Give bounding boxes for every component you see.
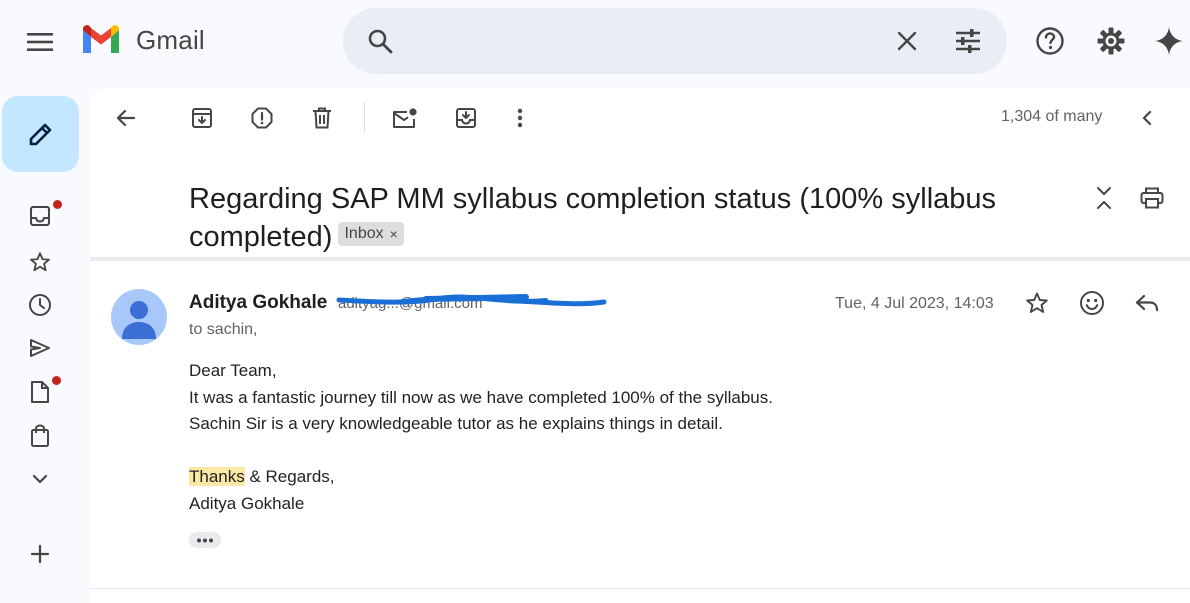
- print-icon: [1140, 187, 1164, 209]
- sidebar-item-starred[interactable]: [20, 242, 60, 282]
- pencil-icon: [29, 123, 52, 146]
- sidebar-item-drafts[interactable]: [20, 372, 61, 412]
- signoff-rest: & Regards,: [244, 467, 335, 486]
- add-reaction-button[interactable]: [1072, 283, 1112, 323]
- more-horiz-icon: [197, 538, 213, 542]
- label-chip-text: Inbox: [344, 225, 384, 243]
- back-button[interactable]: [106, 98, 146, 138]
- clear-search-button[interactable]: [886, 20, 928, 62]
- emoji-icon: [1080, 291, 1104, 315]
- message-date: Tue, 4 Jul 2023, 14:03: [835, 295, 994, 312]
- arrow-left-icon: [116, 109, 136, 127]
- message-counter: 1,304 of many: [1001, 108, 1103, 125]
- sender-avatar[interactable]: [111, 289, 167, 345]
- settings-button[interactable]: [1089, 19, 1133, 63]
- chevron-down-icon: [32, 474, 48, 484]
- search-bar[interactable]: [343, 8, 1007, 74]
- toolbar-divider: [364, 102, 365, 132]
- message-view: [90, 88, 1190, 603]
- header-separator: [90, 257, 1190, 261]
- show-trimmed-content-button[interactable]: [189, 532, 221, 548]
- label-chip-inbox[interactable]: Inbox ×: [338, 222, 404, 247]
- mark-unread-button[interactable]: [385, 98, 425, 138]
- star-message-button[interactable]: [1017, 283, 1057, 323]
- search-icon: [368, 29, 393, 54]
- main-menu-button[interactable]: [18, 20, 62, 64]
- star-icon: [1026, 292, 1048, 313]
- gmail-logo[interactable]: Gmail: [80, 24, 205, 56]
- redaction-scribble: [336, 294, 607, 307]
- sender-name[interactable]: Aditya Gokhale: [189, 292, 327, 314]
- collapse-all-button[interactable]: [1084, 178, 1124, 218]
- message-body: Dear Team, It was a fantastic journey ti…: [189, 358, 773, 517]
- app-name: Gmail: [136, 24, 205, 55]
- gear-icon: [1097, 27, 1125, 55]
- move-to-inbox-icon: [456, 108, 476, 128]
- body-line: Sachin Sir is a very knowledgeable tutor…: [189, 414, 723, 433]
- inbox-badge: [53, 200, 62, 209]
- newer-button[interactable]: [1127, 98, 1167, 138]
- subject-text: Regarding SAP MM syllabus completion sta…: [189, 183, 997, 253]
- print-button[interactable]: [1132, 178, 1172, 218]
- person-icon: [122, 301, 156, 339]
- more-vert-icon: [517, 108, 523, 128]
- body-signature: Aditya Gokhale: [189, 493, 305, 513]
- trash-icon: [313, 107, 331, 129]
- unfold-less-icon: [1097, 187, 1111, 209]
- sparkle-icon: [1155, 27, 1183, 55]
- body-blank-line: [189, 438, 773, 465]
- reply-icon: [1135, 294, 1159, 312]
- create-label-button[interactable]: [20, 534, 60, 574]
- alert-icon: [251, 107, 273, 129]
- mark-unread-icon: [393, 108, 417, 128]
- clock-icon: [29, 294, 51, 316]
- search-button[interactable]: [359, 20, 401, 62]
- move-to-button[interactable]: [446, 98, 486, 138]
- sidebar-item-sent[interactable]: [20, 328, 60, 368]
- message-bottom-divider: [90, 588, 1190, 589]
- email-subject: Regarding SAP MM syllabus completion sta…: [189, 180, 1069, 256]
- archive-icon: [192, 108, 212, 128]
- chevron-left-icon: [1142, 110, 1152, 126]
- star-icon: [30, 252, 50, 272]
- search-options-button[interactable]: [946, 20, 990, 62]
- sidebar-item-inbox[interactable]: [20, 196, 62, 236]
- archive-button[interactable]: [182, 98, 222, 138]
- draft-icon: [31, 381, 49, 403]
- plus-icon: [30, 544, 50, 564]
- bag-icon: [31, 424, 49, 447]
- help-button[interactable]: [1028, 19, 1072, 63]
- body-line: It was a fantastic journey till now as w…: [189, 387, 773, 407]
- help-icon: [1036, 27, 1064, 55]
- delete-button[interactable]: [302, 98, 342, 138]
- send-icon: [30, 339, 50, 357]
- sidebar-more-button[interactable]: [20, 459, 60, 499]
- close-icon: [897, 31, 917, 51]
- gemini-button[interactable]: [1148, 19, 1190, 63]
- highlighted-word: Thanks: [189, 467, 245, 486]
- sidebar-item-purchases[interactable]: [20, 416, 60, 456]
- search-input[interactable]: [413, 25, 883, 55]
- body-signoff: Thanks & Regards,: [189, 464, 773, 491]
- inbox-icon: [30, 206, 50, 226]
- tune-icon: [956, 29, 980, 53]
- report-spam-button[interactable]: [242, 98, 282, 138]
- more-actions-button[interactable]: [500, 98, 540, 138]
- gmail-m-icon: [83, 25, 119, 53]
- sidebar-item-snoozed[interactable]: [20, 285, 60, 325]
- remove-label-icon[interactable]: ×: [390, 222, 398, 246]
- drafts-badge: [52, 376, 61, 385]
- reply-button[interactable]: [1127, 283, 1167, 323]
- compose-button[interactable]: [2, 96, 79, 172]
- recipients[interactable]: to sachin,: [189, 321, 257, 339]
- hamburger-icon: [27, 33, 53, 51]
- body-greeting: Dear Team,: [189, 361, 277, 380]
